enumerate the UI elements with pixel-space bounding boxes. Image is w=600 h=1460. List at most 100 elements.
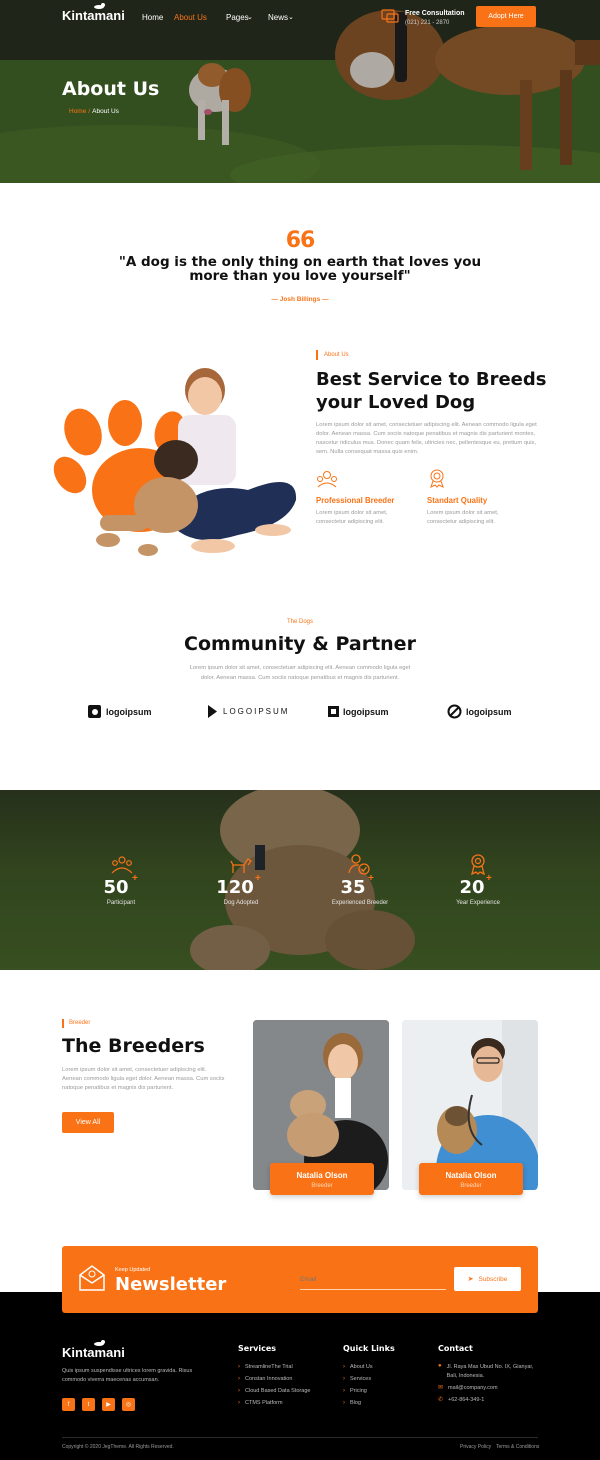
footer-about: Quis ipsum suspendisse ultrices lorem gr… — [62, 1368, 193, 1383]
stat-dog-adopted-plus: + — [255, 873, 261, 884]
newsletter-kicker: Keep Updated — [115, 1267, 151, 1273]
copyright-text: Copyright © 2020 JegTheme. All Rights Re… — [62, 1444, 174, 1450]
partners-body-line-1: Lorem ipsum dolor sit amet, consectetuer… — [189, 665, 411, 671]
footer-logo-dog-icon — [94, 1340, 105, 1346]
breeders-title: The Breeders — [62, 1035, 205, 1057]
footer-link-item[interactable]: › Blog — [343, 1397, 373, 1409]
breeder-card-2-info: Natalia Olson Breeder — [419, 1163, 523, 1195]
footer-logo[interactable]: Kintamani — [62, 1345, 125, 1360]
view-all-button[interactable]: View All — [62, 1112, 114, 1133]
newsletter-email-input[interactable] — [300, 1270, 446, 1290]
chevron-right-icon: › — [343, 1364, 345, 1370]
stat-participant-value: 50 — [103, 877, 129, 898]
partner-logo-1-icon — [88, 705, 101, 718]
phone-icon: ✆ — [438, 1397, 444, 1403]
instagram-icon[interactable]: ◎ — [122, 1398, 135, 1411]
footer-link-item[interactable]: › Services — [343, 1373, 373, 1385]
breadcrumb: Home / About Us — [69, 108, 119, 115]
breeder-1-name: Natalia Olson — [296, 1171, 348, 1180]
footer-link-item[interactable]: › About Us — [343, 1361, 373, 1373]
partner-logo-4[interactable]: logoipsum — [447, 704, 512, 719]
adopt-here-button[interactable]: Adopt Here — [476, 6, 536, 27]
logo-dog-icon — [94, 3, 105, 9]
chevron-right-icon: › — [343, 1388, 345, 1394]
about-tag-bar — [316, 350, 318, 360]
newsletter-title: Newsletter — [115, 1274, 227, 1295]
consultation-phone[interactable]: (021) 221 - 2870 — [405, 20, 449, 26]
footer-service-item[interactable]: › Constan Innovation — [238, 1373, 310, 1385]
facebook-icon[interactable]: f — [62, 1398, 75, 1411]
quote-line-2: more than you love yourself" — [189, 268, 411, 284]
partner-logo-1[interactable]: logoipsum — [87, 704, 152, 719]
partner-logo-2[interactable]: LOGOIPSUM — [206, 704, 289, 719]
stat-years-label: Year Experience — [456, 900, 500, 906]
group-icon — [111, 856, 133, 874]
youtube-icon[interactable]: ▶ — [102, 1398, 115, 1411]
hero-banner: Kintamani Home About Us Pages ⌄ News ⌄ F… — [0, 0, 600, 183]
terms-link[interactable]: Terms & Conditions — [496, 1444, 539, 1450]
breeder-icon — [317, 471, 337, 488]
feature-professional-breeder-text: Lorem ipsum dolor sit amet, consectetur … — [316, 510, 388, 525]
about-tag: About Us — [324, 352, 349, 358]
quote-author: — Josh Billings — — [271, 296, 329, 303]
footer-services-list: › StreamlineThe Trial › Constan Innovation… — [238, 1361, 310, 1409]
partners-title: Community & Partner — [184, 633, 416, 655]
social-links: f t ▶ ◎ — [62, 1398, 135, 1411]
footer-service-item[interactable]: › CTMS Platform — [238, 1397, 310, 1409]
stat-breeder-label: Experienced Breeder — [331, 900, 389, 906]
stat-dog-adopted-value: 120 — [216, 877, 254, 898]
nav-pages[interactable]: Pages — [226, 13, 249, 22]
about-title-line-2: your Loved Dog — [316, 392, 476, 413]
footer-contact-title: Contact — [438, 1344, 473, 1353]
breeders-tag: Breeder — [69, 1020, 91, 1026]
twitter-icon[interactable]: t — [82, 1398, 95, 1411]
stat-breeder-value: 35 — [340, 877, 366, 898]
news-chevron-down-icon: ⌄ — [288, 14, 294, 21]
person-check-icon — [348, 854, 370, 875]
chevron-right-icon: › — [343, 1400, 345, 1406]
feature-standart-quality-title: Standart Quality — [427, 496, 488, 505]
footer-email[interactable]: ✉ mail@company.com — [438, 1384, 498, 1392]
footer-divider — [62, 1437, 538, 1438]
breeders-tag-bar — [62, 1019, 64, 1028]
mail-icon: ✉ — [438, 1385, 444, 1391]
partner-logo-3[interactable]: logoipsum — [327, 704, 389, 719]
footer-phone[interactable]: ✆ +62-864-349-1 — [438, 1396, 484, 1404]
medal-icon — [471, 854, 485, 875]
site-logo[interactable]: Kintamani — [62, 8, 125, 23]
chevron-right-icon: › — [238, 1364, 240, 1370]
stats-banner — [0, 790, 600, 970]
feature-standart-quality-text: Lorem ipsum dolor sit amet, consectetur … — [427, 510, 499, 525]
dog-icon — [230, 858, 252, 873]
quote-mark-icon: 66 — [285, 228, 316, 253]
partner-logo-2-icon — [208, 705, 217, 718]
page-title: About Us — [62, 78, 160, 100]
quality-badge-icon — [430, 469, 444, 488]
footer-links-list: › About Us › Services › Pricing › Blog — [343, 1361, 373, 1409]
footer-services-title: Services — [238, 1344, 277, 1353]
breadcrumb-home[interactable]: Home — [69, 108, 86, 115]
footer-link-item[interactable]: › Pricing — [343, 1385, 373, 1397]
chevron-right-icon: › — [238, 1400, 240, 1406]
footer-links-title: Quick Links — [343, 1344, 395, 1353]
breeders-body: Lorem ipsum dolor sit amet, consectetuer… — [62, 1067, 225, 1091]
breadcrumb-current: About Us — [92, 108, 119, 115]
feature-professional-breeder-title: Professional Breeder — [316, 496, 395, 505]
partner-logo-3-icon — [328, 706, 339, 717]
stat-participant-plus: + — [132, 873, 138, 884]
partner-logo-4-icon — [447, 704, 462, 719]
breadcrumb-separator: / — [88, 108, 91, 115]
nav-news[interactable]: News — [268, 13, 288, 22]
location-pin-icon: ● — [438, 1363, 442, 1369]
breeder-1-role: Breeder — [311, 1183, 333, 1189]
footer-address: ● Jl. Raya Mas Ubud No. IX, Gianyar, Bal… — [438, 1363, 534, 1379]
partners-tag: The Dogs — [286, 619, 313, 625]
footer-service-item[interactable]: › Cloud Based Data Storage — [238, 1385, 310, 1397]
nav-about-us[interactable]: About Us — [174, 13, 207, 22]
subscribe-button[interactable]: ➤ Subscribe — [454, 1267, 521, 1291]
nav-home[interactable]: Home — [142, 13, 163, 22]
footer-service-item[interactable]: › StreamlineThe Trial — [238, 1361, 310, 1373]
stat-participant-label: Participant — [106, 900, 136, 906]
privacy-policy-link[interactable]: Privacy Policy — [460, 1444, 491, 1450]
stat-breeder-plus: + — [368, 873, 374, 884]
